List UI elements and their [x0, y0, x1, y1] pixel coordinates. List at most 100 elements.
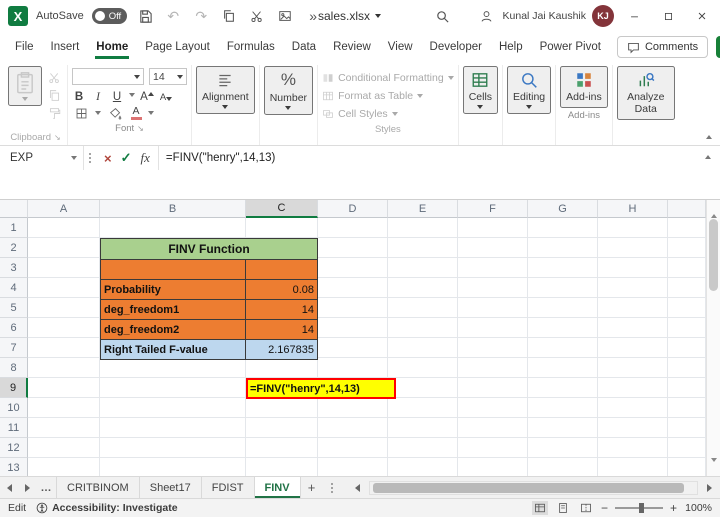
bold-button[interactable]: B [72, 87, 86, 103]
cell-h6[interactable] [598, 318, 668, 338]
cell-styles-button[interactable]: Cell Styles [322, 105, 454, 122]
undo-icon[interactable]: ↶ [163, 6, 183, 26]
cancel-entry-button[interactable]: × [104, 151, 112, 166]
zoom-slider[interactable] [614, 503, 663, 513]
cell-d4[interactable] [318, 278, 388, 298]
cell-partial-9[interactable] [668, 378, 706, 398]
cell-b9[interactable] [100, 378, 246, 398]
paste-button[interactable] [8, 66, 42, 106]
new-sheet-button[interactable]: + [301, 477, 323, 498]
row-header-10[interactable]: 10 [0, 398, 28, 418]
sheet-tab-finv[interactable]: FINV [254, 477, 301, 498]
autosave-toggle[interactable]: Off [91, 8, 128, 24]
borders-icon[interactable] [72, 106, 90, 121]
cell-partial-4[interactable] [668, 278, 706, 298]
cell-g12[interactable] [528, 438, 598, 458]
vertical-scrollbar[interactable] [706, 200, 720, 476]
decrease-font-size-button[interactable]: A [159, 87, 173, 103]
cell-c8[interactable] [246, 358, 318, 378]
cell-h10[interactable] [598, 398, 668, 418]
accessibility-status[interactable]: Accessibility: Investigate [36, 502, 178, 514]
comments-button[interactable]: Comments [616, 36, 709, 58]
font-dialog-launcher[interactable]: ↘ [137, 124, 144, 133]
cell-e12[interactable] [388, 438, 458, 458]
cell-b1[interactable] [100, 218, 246, 238]
cell-b12[interactable] [100, 438, 246, 458]
fill-color-icon[interactable] [106, 106, 124, 121]
cell-e2[interactable] [388, 238, 458, 258]
cell-f2[interactable] [458, 238, 528, 258]
cell-b7-result-label[interactable]: Right Tailed F-value [101, 340, 246, 359]
cell-partial-3[interactable] [668, 258, 706, 278]
row-header-6[interactable]: 6 [0, 318, 28, 338]
cell-d10[interactable] [318, 398, 388, 418]
addins-button[interactable]: Add-ins [560, 66, 608, 109]
cell-e9[interactable] [388, 378, 458, 398]
maximize-button[interactable] [654, 0, 682, 32]
insert-function-button[interactable]: fx [141, 150, 150, 166]
cell-f10[interactable] [458, 398, 528, 418]
cell-partial-12[interactable] [668, 438, 706, 458]
row-header-8[interactable]: 8 [0, 358, 28, 378]
cell-c6-degfreedom2-value[interactable]: 14 [246, 320, 317, 339]
cell-g2[interactable] [528, 238, 598, 258]
cell-h13[interactable] [598, 458, 668, 476]
cut-icon[interactable] [45, 70, 63, 85]
tab-view[interactable]: View [387, 35, 414, 59]
cell-h1[interactable] [598, 218, 668, 238]
cell-h12[interactable] [598, 438, 668, 458]
cell-partial-11[interactable] [668, 418, 706, 438]
scroll-up-arrow[interactable] [710, 205, 717, 218]
sheet-tab-critbinom[interactable]: CRITBINOM [56, 477, 140, 498]
close-button[interactable] [688, 0, 716, 32]
cell-e8[interactable] [388, 358, 458, 378]
tab-review[interactable]: Review [332, 35, 372, 59]
cell-c7-result-value[interactable]: 2.167835 [246, 340, 317, 359]
cell-c12[interactable] [246, 438, 318, 458]
cell-partial-6[interactable] [668, 318, 706, 338]
cell-f13[interactable] [458, 458, 528, 476]
cell-e13[interactable] [388, 458, 458, 476]
cell-g3[interactable] [528, 258, 598, 278]
cell-g4[interactable] [528, 278, 598, 298]
cell-b8[interactable] [100, 358, 246, 378]
minimize-button[interactable] [620, 0, 648, 32]
cell-e1[interactable] [388, 218, 458, 238]
cell-g10[interactable] [528, 398, 598, 418]
number-format-button[interactable]: % Number [263, 66, 314, 115]
clipboard-dialog-launcher[interactable]: ↘ [54, 133, 61, 142]
italic-button[interactable]: I [91, 87, 105, 103]
borders-chevron[interactable] [95, 111, 101, 115]
cell-e5[interactable] [388, 298, 458, 318]
cell-d13[interactable] [318, 458, 388, 476]
row-header-13[interactable]: 13 [0, 458, 28, 476]
cell-partial-5[interactable] [668, 298, 706, 318]
redo-icon[interactable]: ↷ [191, 6, 211, 26]
horizontal-scroll-thumb[interactable] [372, 482, 684, 493]
cell-h11[interactable] [598, 418, 668, 438]
cell-partial-2[interactable] [668, 238, 706, 258]
name-box[interactable]: EXP [0, 146, 84, 170]
cell-partial-7[interactable] [668, 338, 706, 358]
cell-g13[interactable] [528, 458, 598, 476]
cell-partial-1[interactable] [668, 218, 706, 238]
horizontal-scroll-track[interactable] [368, 480, 698, 495]
column-header-e[interactable]: E [388, 200, 458, 218]
cell-a7[interactable] [28, 338, 100, 358]
tab-insert[interactable]: Insert [50, 35, 81, 59]
row-header-11[interactable]: 11 [0, 418, 28, 438]
page-layout-view-icon[interactable] [555, 501, 571, 515]
zoom-out-button[interactable]: − [601, 501, 608, 515]
zoom-in-button[interactable]: + [670, 501, 677, 515]
cell-partial-13[interactable] [668, 458, 706, 476]
cell-f5[interactable] [458, 298, 528, 318]
cell-h5[interactable] [598, 298, 668, 318]
cell-e11[interactable] [388, 418, 458, 438]
cell-c5-degfreedom1-value[interactable]: 14 [246, 300, 317, 319]
cell-e4[interactable] [388, 278, 458, 298]
user-avatar[interactable]: KJ [592, 5, 614, 27]
cell-partial-10[interactable] [668, 398, 706, 418]
cell-d2[interactable] [318, 238, 388, 258]
cut-icon[interactable] [247, 6, 267, 26]
cell-f6[interactable] [458, 318, 528, 338]
